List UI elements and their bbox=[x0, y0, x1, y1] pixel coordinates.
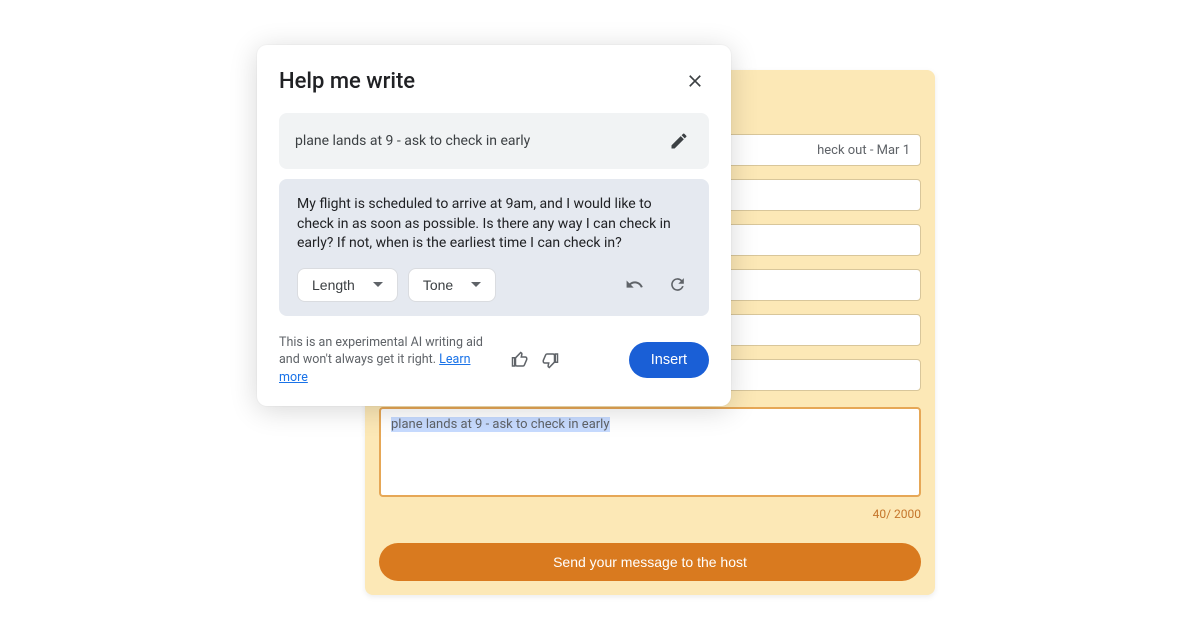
pencil-icon bbox=[669, 131, 689, 151]
result-controls: Length Tone bbox=[297, 268, 691, 302]
thumbs-up-icon bbox=[511, 351, 529, 369]
adjustment-pills: Length Tone bbox=[297, 268, 496, 302]
help-me-write-dialog: Help me write plane lands at 9 - ask to … bbox=[257, 45, 731, 406]
edit-prompt-button[interactable] bbox=[665, 127, 693, 155]
tone-label: Tone bbox=[423, 277, 453, 293]
disclaimer: This is an experimental AI writing aid a… bbox=[279, 334, 613, 387]
regenerate-button[interactable] bbox=[664, 271, 691, 298]
result-text: My flight is scheduled to arrive at 9am,… bbox=[297, 195, 691, 254]
thumbs-down-icon bbox=[541, 351, 559, 369]
undo-button[interactable] bbox=[621, 271, 648, 298]
dates-value: heck out - Mar 1 bbox=[817, 143, 910, 158]
send-message-button[interactable]: Send your message to the host bbox=[379, 543, 921, 581]
tone-dropdown[interactable]: Tone bbox=[408, 268, 496, 302]
dialog-footer: This is an experimental AI writing aid a… bbox=[279, 334, 709, 387]
close-button[interactable] bbox=[681, 67, 709, 95]
result-action-icons bbox=[621, 271, 691, 298]
feedback-thumbs bbox=[507, 347, 563, 373]
char-counter: 40/ 2000 bbox=[379, 507, 921, 521]
thumbs-down-button[interactable] bbox=[537, 347, 563, 373]
undo-icon bbox=[625, 275, 644, 294]
refresh-icon bbox=[668, 275, 687, 294]
prompt-text: plane lands at 9 - ask to check in early bbox=[295, 133, 530, 149]
chevron-down-icon bbox=[373, 282, 383, 287]
disclaimer-text: This is an experimental AI writing aid a… bbox=[279, 334, 499, 387]
dialog-header: Help me write bbox=[279, 67, 709, 95]
insert-button[interactable]: Insert bbox=[629, 342, 709, 378]
length-label: Length bbox=[312, 277, 355, 293]
dialog-title: Help me write bbox=[279, 69, 415, 94]
chevron-down-icon bbox=[471, 282, 481, 287]
prompt-row: plane lands at 9 - ask to check in early bbox=[279, 113, 709, 169]
message-textarea[interactable]: plane lands at 9 - ask to check in early bbox=[379, 407, 921, 497]
thumbs-up-button[interactable] bbox=[507, 347, 533, 373]
result-box: My flight is scheduled to arrive at 9am,… bbox=[279, 179, 709, 316]
message-text: plane lands at 9 - ask to check in early bbox=[391, 417, 610, 432]
close-icon bbox=[685, 71, 705, 91]
length-dropdown[interactable]: Length bbox=[297, 268, 398, 302]
